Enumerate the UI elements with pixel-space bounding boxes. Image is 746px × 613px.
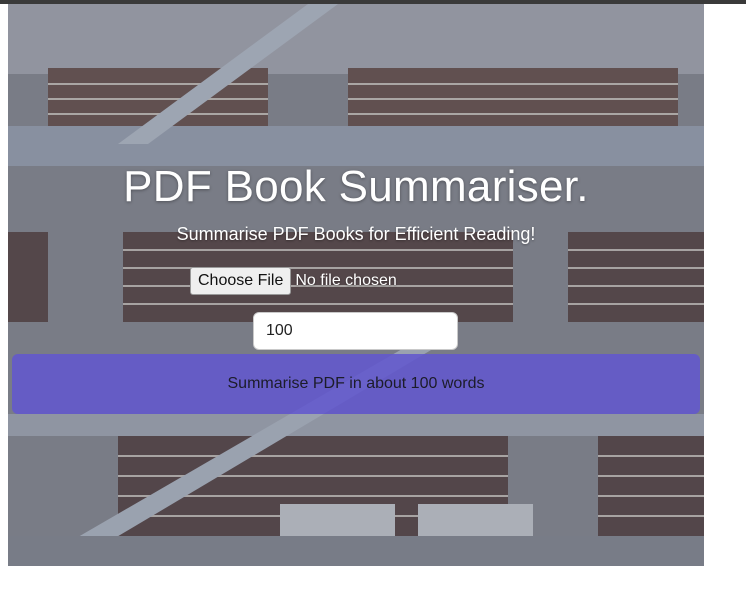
file-upload-control[interactable]: Choose File No file chosen [190,267,397,295]
summarise-button[interactable]: Summarise PDF in about 100 words [12,354,700,414]
word-count-input[interactable] [253,312,458,350]
page-subtitle: Summarise PDF Books for Efficient Readin… [176,224,536,244]
choose-file-button[interactable]: Choose File [190,267,292,295]
file-status-text: No file chosen [295,272,397,289]
page-title: PDF Book Summariser. [123,162,589,211]
hero-section: PDF Book Summariser. Summarise PDF Books… [8,4,704,566]
